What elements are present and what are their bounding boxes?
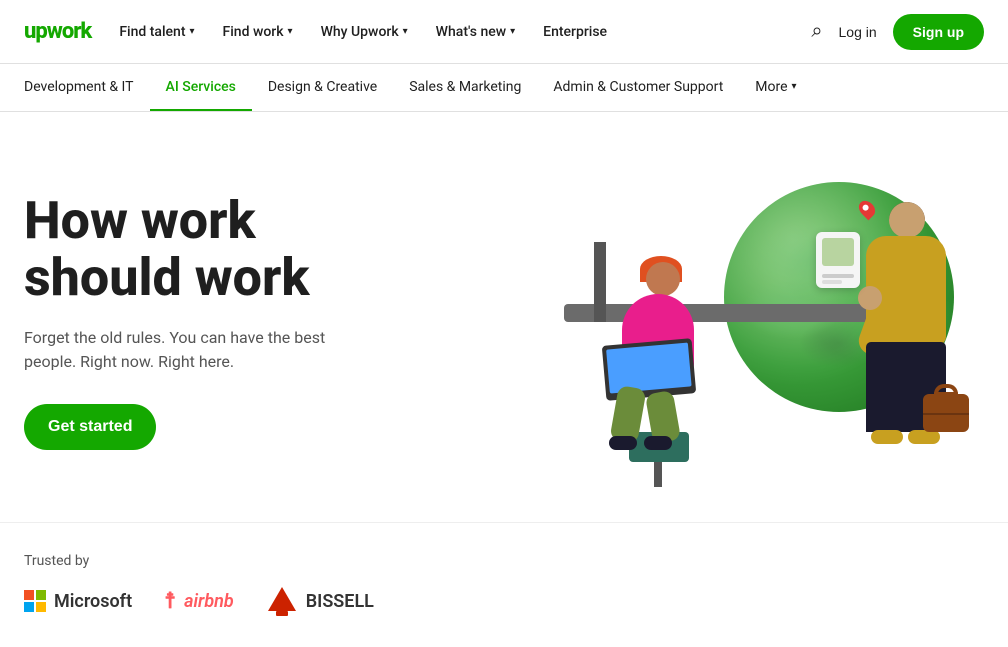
sec-nav-sales[interactable]: Sales & Marketing (393, 64, 537, 111)
person2-head (889, 202, 925, 238)
person1-legs (609, 382, 689, 442)
bissell-label: BISSELL (306, 591, 374, 612)
person2-foot-left (871, 430, 903, 444)
why-upwork-chevron-icon: ▾ (403, 26, 408, 37)
person2-briefcase (923, 394, 969, 432)
bissell-logo-icon (266, 585, 298, 617)
search-icon: ⌕ (811, 20, 822, 42)
airbnb-label: airbnb (184, 591, 234, 612)
briefcase-line (923, 413, 969, 415)
sec-nav-more[interactable]: More ▾ (739, 64, 812, 111)
nav-why-upwork[interactable]: Why Upwork ▾ (321, 24, 408, 40)
hero-section: How work should work Forget the old rule… (0, 112, 1008, 522)
hero-subtitle: Forget the old rules. You can have the b… (24, 326, 364, 374)
nav-enterprise[interactable]: Enterprise (543, 24, 607, 40)
sec-nav-admin[interactable]: Admin & Customer Support (537, 64, 739, 111)
top-navigation: upwork Find talent ▾ Find work ▾ Why Upw… (0, 0, 1008, 64)
sec-nav-dev-it[interactable]: Development & IT (24, 64, 150, 111)
nav-whats-new[interactable]: What's new ▾ (436, 24, 515, 40)
ms-square-red (24, 590, 34, 600)
sec-nav-ai-services[interactable]: AI Services (150, 64, 252, 111)
signup-button[interactable]: Sign up (893, 14, 984, 50)
hero-text: How work should work Forget the old rule… (24, 172, 364, 450)
whats-new-chevron-icon: ▾ (510, 26, 515, 37)
hero-title: How work should work (24, 192, 364, 306)
trusted-section: Trusted by Microsoft ☨ airbnb (0, 522, 1008, 647)
person2-card (816, 232, 860, 288)
microsoft-logo: Microsoft (24, 590, 132, 612)
person1-figure (594, 262, 724, 462)
airbnb-logo-icon: ☨ (164, 589, 176, 614)
airbnb-logo: ☨ airbnb (164, 589, 234, 614)
card-image (822, 238, 854, 266)
search-button[interactable]: ⌕ (811, 20, 822, 43)
nav-find-work[interactable]: Find work ▾ (223, 24, 293, 40)
microsoft-label: Microsoft (54, 591, 132, 612)
card-text-line1 (822, 274, 854, 278)
hero-illustration (564, 172, 984, 482)
person1-head (646, 262, 680, 296)
nav-left: upwork Find talent ▾ Find work ▾ Why Upw… (24, 19, 607, 44)
login-button[interactable]: Log in (839, 24, 877, 40)
trusted-label: Trusted by (24, 553, 984, 569)
trusted-logos: Microsoft ☨ airbnb BISSELL (24, 585, 984, 617)
find-work-chevron-icon: ▾ (288, 26, 293, 37)
person2-hand (858, 286, 882, 310)
person1-foot-left (609, 436, 637, 450)
person2-body (866, 236, 946, 346)
find-talent-chevron-icon: ▾ (189, 26, 194, 37)
chair-leg (654, 462, 662, 487)
nav-find-talent[interactable]: Find talent ▾ (119, 24, 194, 40)
secondary-navigation: Development & IT AI Services Design & Cr… (0, 64, 1008, 112)
ms-square-green (36, 590, 46, 600)
bissell-logo: BISSELL (266, 585, 374, 617)
person2-foot-right (908, 430, 940, 444)
ms-square-yellow (36, 602, 46, 612)
more-chevron-icon: ▾ (792, 81, 797, 92)
nav-right: ⌕ Log in Sign up (811, 14, 984, 50)
person1-foot-right (644, 436, 672, 450)
bissell-triangle-icon (266, 585, 298, 617)
upwork-logo[interactable]: upwork (24, 19, 91, 44)
sec-nav-design[interactable]: Design & Creative (252, 64, 393, 111)
person2-figure (844, 202, 974, 462)
briefcase-handle (934, 384, 958, 396)
ms-square-blue (24, 602, 34, 612)
microsoft-logo-icon (24, 590, 46, 612)
card-text-line2 (822, 280, 842, 284)
get-started-button[interactable]: Get started (24, 404, 156, 450)
